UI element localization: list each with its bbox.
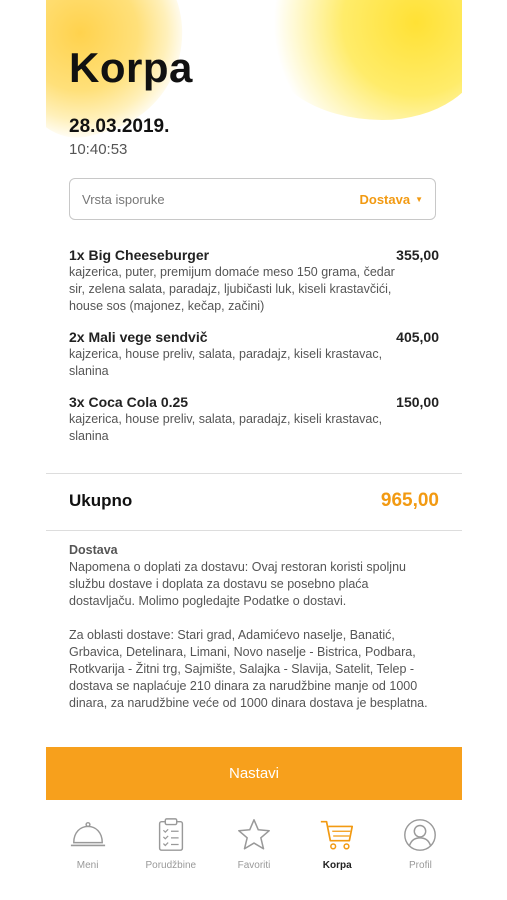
tab-label: Meni	[76, 860, 99, 871]
clipboard-icon	[158, 818, 183, 851]
tab-menu[interactable]: Meni	[46, 800, 129, 900]
cart-item-description: kajzerica, house preliv, salata, paradaj…	[69, 412, 383, 443]
total-row: Ukupno 965,00	[69, 490, 439, 512]
tab-profile[interactable]: Profil	[379, 800, 462, 900]
cart-item-price: 405,00	[396, 329, 439, 345]
tab-label: Porudžbine	[145, 860, 197, 871]
tab-cart[interactable]: Korpa	[296, 800, 379, 900]
delivery-type-label: Vrsta isporuke	[82, 191, 165, 207]
tab-label: Korpa	[322, 860, 352, 871]
divider	[46, 530, 462, 531]
total-value: 965,00	[380, 490, 439, 511]
tab-favorites[interactable]: Favoriti	[212, 800, 295, 900]
tab-label: Profil	[409, 860, 432, 871]
cart-item-name: 2x Mali vege sendvič	[69, 329, 208, 345]
bottom-tab-bar: Meni Porudžbine Favoriti Korpa Profil	[46, 800, 462, 900]
caret-down-icon: ▼	[415, 194, 423, 204]
delivery-type-select[interactable]: Vrsta isporuke Dostava ▼	[69, 178, 436, 220]
star-icon	[238, 819, 270, 850]
total-label: Ukupno	[69, 491, 133, 510]
cart-item-name: 1x Big Cheeseburger	[69, 247, 210, 263]
cart-item-name: 3x Coca Cola 0.25	[69, 394, 189, 410]
delivery-type-value: Dostava ▼	[360, 192, 424, 207]
cart-item-price: 355,00	[396, 247, 439, 263]
order-date: 28.03.2019.	[69, 116, 170, 137]
delivery-type-selected: Dostava	[359, 191, 411, 207]
cloche-icon	[70, 821, 105, 847]
cart-icon	[321, 820, 354, 850]
delivery-notes-paragraph: Za oblasti dostave: Stari grad, Adamićev…	[69, 628, 428, 710]
profile-icon	[404, 819, 437, 851]
cart-screen: Korpa 28.03.2019. 10:40:53 Vrsta isporuk…	[46, 0, 462, 900]
cart-item-description: kajzerica, puter, premijum domaće meso 1…	[69, 265, 395, 313]
decorative-splash-right	[262, 0, 462, 120]
continue-button[interactable]: Nastavi	[46, 747, 462, 800]
cart-item[interactable]: 1x Big Cheeseburger 355,00 kajzerica, pu…	[69, 247, 439, 315]
order-time: 10:40:53	[69, 141, 128, 158]
delivery-notes-paragraph: Napomena o doplati za dostavu: Ovaj rest…	[69, 560, 406, 608]
tab-orders[interactable]: Porudžbine	[129, 800, 212, 900]
cart-item-description: kajzerica, house preliv, salata, paradaj…	[69, 347, 383, 378]
divider	[46, 473, 462, 474]
delivery-notes-heading: Dostava	[69, 543, 118, 557]
cart-items-list: 1x Big Cheeseburger 355,00 kajzerica, pu…	[69, 247, 439, 459]
delivery-notes: Dostava Napomena o doplati za dostavu: O…	[69, 542, 429, 729]
tab-label: Favoriti	[237, 860, 271, 871]
cart-item-price: 150,00	[396, 394, 439, 410]
page-title: Korpa	[69, 44, 193, 91]
cart-item[interactable]: 3x Coca Cola 0.25 150,00 kajzerica, hous…	[69, 394, 439, 445]
cart-item[interactable]: 2x Mali vege sendvič 405,00 kajzerica, h…	[69, 329, 439, 380]
